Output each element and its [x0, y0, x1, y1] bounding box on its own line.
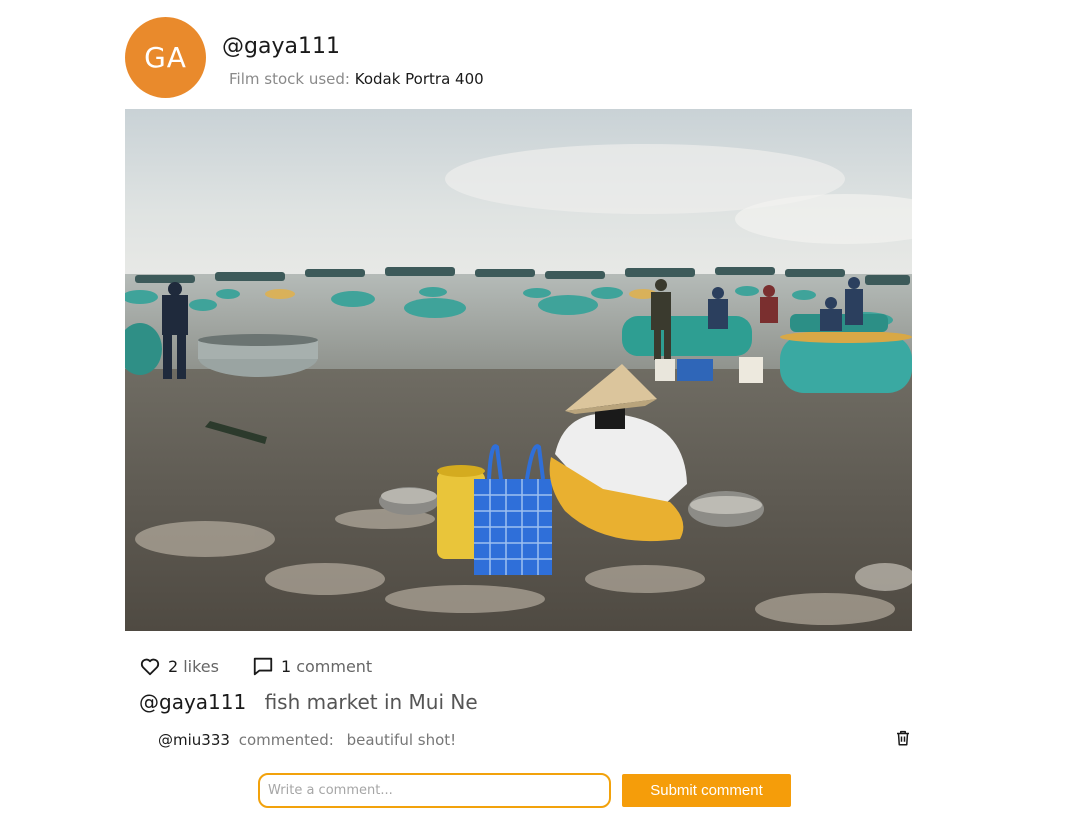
avatar-initials: GA	[144, 41, 187, 74]
post-card: GA @gaya111 Film stock used: Kodak Portr…	[0, 0, 1068, 828]
comment-item: @miu333 commented: beautiful shot!	[158, 731, 456, 749]
like-count: 2	[168, 656, 179, 676]
comment-verb: commented:	[238, 731, 334, 749]
comment-icon	[252, 655, 274, 677]
photo-illustration	[125, 109, 912, 631]
film-stock-value: Kodak Portra 400	[354, 70, 484, 88]
like-label: likes	[183, 656, 219, 676]
trash-icon	[894, 730, 912, 751]
comment-username[interactable]: @miu333	[158, 731, 230, 749]
comment-input[interactable]	[258, 773, 611, 808]
post-username[interactable]: @gaya111	[222, 34, 340, 59]
film-stock-label: Film stock used:	[229, 70, 350, 88]
caption-text: fish market in Mui Ne	[264, 690, 478, 714]
film-stock-line: Film stock used: Kodak Portra 400	[229, 70, 484, 88]
submit-comment-button[interactable]: Submit comment	[622, 774, 791, 807]
comment-count-button[interactable]: 1 comment	[252, 655, 372, 677]
post-caption: @gaya111 fish market in Mui Ne	[139, 690, 478, 714]
like-button[interactable]: 2 likes	[139, 655, 219, 677]
avatar[interactable]: GA	[125, 17, 206, 98]
caption-username[interactable]: @gaya111	[139, 690, 246, 714]
delete-comment-button[interactable]	[894, 729, 912, 747]
comment-text: beautiful shot!	[346, 731, 457, 749]
comment-count: 1	[281, 656, 292, 676]
heart-icon	[139, 655, 161, 677]
post-photo[interactable]	[125, 109, 912, 631]
comment-count-label: comment	[296, 656, 373, 676]
